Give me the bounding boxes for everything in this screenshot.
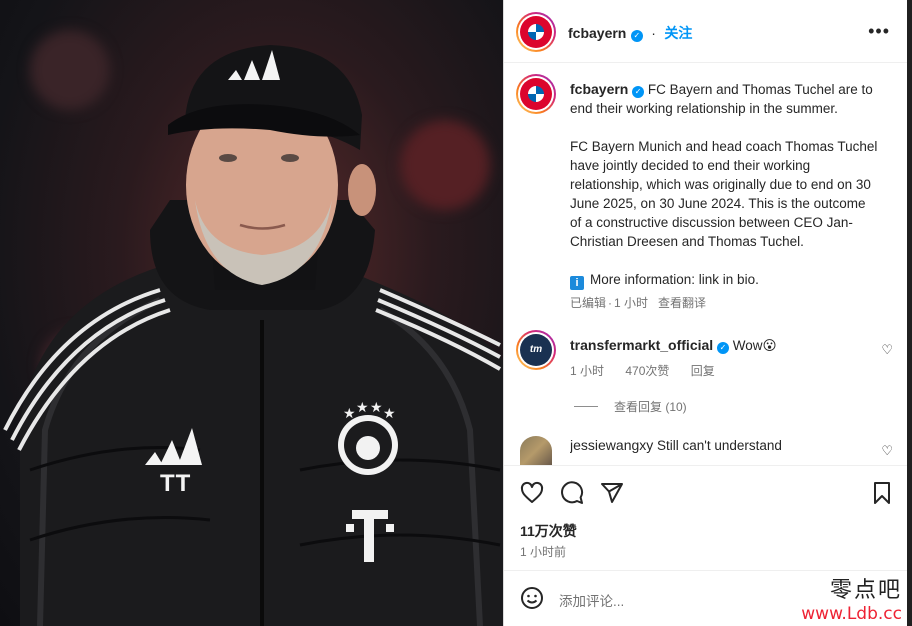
bayern-logo-icon: [520, 78, 552, 110]
separator-dot: ·: [651, 25, 656, 41]
comment-text: Wow😮: [732, 338, 777, 353]
caption-meta: 已编辑 · 1 小时 查看翻译: [570, 294, 880, 313]
instagram-post-viewer: ★ ★ ★ ★ TT fcbayern ✓ · 关注 ••• fcbayern …: [0, 0, 912, 626]
comment-bar: 添加评论... 零点吧 www.Ldb.cc: [504, 570, 908, 626]
comment-like-icon[interactable]: ♡: [881, 342, 893, 358]
post-time: 1 小时前: [520, 545, 567, 559]
comment-like-icon[interactable]: ♡: [881, 443, 893, 459]
comment-time: 1 小时: [570, 364, 605, 378]
share-send-icon[interactable]: [600, 481, 624, 505]
post-photo: ★ ★ ★ ★ TT: [0, 0, 503, 626]
likes-count[interactable]: 11万次赞: [520, 521, 577, 541]
post-header: fcbayern ✓ · 关注 •••: [504, 0, 908, 63]
caption-time: 1 小时: [614, 296, 649, 310]
meta-dot: ·: [608, 296, 613, 310]
replies-divider: [574, 406, 598, 407]
comment-text: Still can't understand: [657, 438, 782, 453]
header-username[interactable]: fcbayern: [568, 25, 626, 41]
chest-initials: TT: [160, 470, 192, 497]
comment-avatar-transfermarkt[interactable]: tm: [516, 330, 556, 370]
post-actions: 11万次赞 1 小时前: [504, 465, 908, 570]
watermark: 零点吧 www.Ldb.cc: [801, 572, 902, 624]
save-bookmark-icon[interactable]: [870, 481, 894, 505]
svg-text:★: ★: [356, 400, 369, 416]
info-icon: i: [570, 276, 584, 290]
emoji-icon[interactable]: [520, 586, 544, 610]
svg-text:★: ★: [383, 406, 396, 422]
see-translation-link[interactable]: 查看翻译: [658, 296, 706, 310]
svg-text:★: ★: [370, 400, 383, 416]
watermark-url: www.Ldb.cc: [801, 604, 902, 624]
view-replies[interactable]: 查看回复 (10): [574, 398, 687, 415]
caption-username[interactable]: fcbayern: [570, 81, 628, 97]
window-edge: [907, 0, 912, 626]
follow-button[interactable]: 关注: [664, 25, 692, 41]
comment-item: transfermarkt_official ✓ Wow😮 1 小时 470次赞…: [570, 337, 870, 379]
comment-likes[interactable]: 470次赞: [625, 364, 669, 378]
verified-badge-icon: ✓: [630, 30, 643, 42]
watermark-text: 零点吧: [829, 578, 902, 603]
account-avatar[interactable]: [516, 12, 556, 52]
verified-badge-icon: ✓: [716, 342, 729, 354]
post-caption: fcbayern ✓ FC Bayern and Thomas Tuchel a…: [570, 80, 880, 313]
comment-bubble-icon[interactable]: [560, 481, 584, 505]
transfermarkt-logo-icon: tm: [520, 334, 552, 366]
comment-avatar-jessie[interactable]: [520, 436, 552, 465]
view-replies-label[interactable]: 查看回复 (10): [614, 400, 687, 414]
comment-username[interactable]: jessiewangxy: [570, 437, 653, 453]
caption-avatar[interactable]: [516, 74, 556, 114]
bayern-logo-icon: [520, 16, 552, 48]
caption-paragraph-2: FC Bayern Munich and head coach Thomas T…: [570, 139, 878, 249]
reply-button[interactable]: 回复: [691, 364, 715, 378]
edited-label: 已编辑: [570, 296, 607, 310]
verified-badge-icon: ✓: [632, 86, 645, 98]
comment-item: jessiewangxy Still can't understand: [570, 437, 870, 465]
coach-photo: ★ ★ ★ ★: [3, 45, 503, 626]
comment-input[interactable]: 添加评论...: [559, 590, 624, 610]
more-options-icon[interactable]: •••: [868, 22, 890, 40]
post-side-panel: fcbayern ✓ · 关注 ••• fcbayern ✓ FC Bayern…: [503, 0, 908, 626]
caption-paragraph-3: More information: link in bio.: [590, 272, 759, 287]
comment-username[interactable]: transfermarkt_official: [570, 337, 713, 353]
svg-text:★: ★: [343, 406, 356, 422]
like-heart-icon[interactable]: [520, 481, 544, 505]
